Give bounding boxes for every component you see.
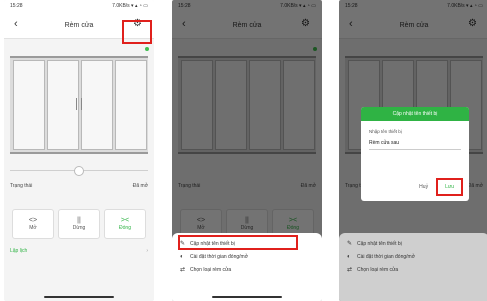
timer-icon: ◐ [180,253,184,260]
home-indicator [44,296,114,298]
sheet-item-label: Chọn loại rèm cửa [190,266,232,273]
state-row: Trạng thái Đã mở [10,183,148,189]
schedule-label: Lập lịch [10,248,28,254]
pencil-icon: ✎ [347,241,353,247]
sheet-item-label: Cài đặt thời gian đóng/mở [190,253,248,260]
status-time: 15:28 [10,3,23,9]
settings-bottom-sheet: ✎ Cập nhật tên thiết bị ◐ Cài đặt thời g… [339,233,487,301]
open-button[interactable]: <> Mở [12,209,54,239]
curtain-illustration [10,56,148,154]
sheet-item-timing[interactable]: ◐ Cài đặt thời gian đóng/mở [172,250,322,263]
dialog-title: Cập nhật tên thiết bị [361,107,469,121]
sheet-item-timing[interactable]: ◐ Cài đặt thời gian đóng/mở [339,250,487,263]
open-icon: <> [28,217,38,224]
stop-label: Dừng [72,225,86,231]
curtain-panel [115,60,147,150]
rename-dialog: Cập nhật tên thiết bị Nhập tên thiết bị … [361,107,469,201]
chevron-right-icon: › [146,248,148,254]
stop-button[interactable]: || Dừng [58,209,100,239]
save-button[interactable]: Lưu [436,178,463,196]
sheet-item-label: Cập nhật tên thiết bị [357,240,402,247]
curtain-panel [13,60,45,150]
sheet-item-curtain-type[interactable]: ⇄ Chọn loại rèm cửa [172,263,322,276]
sheet-item-rename[interactable]: ✎ Cập nhật tên thiết bị [339,237,487,250]
home-indicator [212,296,282,298]
screen-settings-sheet: 15:28 7.0KB/s ▾ ▴ ◔ ▭ ‹ Rèm cửa ⚙ Trạng … [172,0,322,301]
close-label: Đóng [119,225,131,231]
close-curtain-icon: >< [120,217,130,224]
curtain-panel [81,60,113,150]
position-slider-knob[interactable] [74,166,84,176]
rename-highlight [178,235,298,250]
curtain-panel [47,60,79,150]
swap-icon: ⇄ [180,267,186,273]
back-icon[interactable]: ‹ [14,18,18,30]
sheet-item-label: Cài đặt thời gian đóng/mở [357,253,415,260]
swap-icon: ⇄ [347,267,353,273]
sheet-item-label: Chọn loại rèm cửa [357,266,399,273]
state-label: Trạng thái [10,183,33,189]
pause-icon: || [77,217,81,224]
timer-icon: ◐ [347,253,351,260]
field-label: Nhập tên thiết bị [369,129,402,134]
screen-curtain-detail: 15:28 7.0KB/s ▾ ▴ ◔ ▭ ‹ Rèm cửa ⚙ Trạng … [4,0,154,301]
curtain-handle [81,98,82,110]
gear-highlight [122,20,152,44]
device-name-input[interactable]: Rèm cửa sau [369,140,461,150]
online-indicator [145,47,149,51]
curtain-handle [76,98,77,110]
control-buttons: <> Mở || Dừng >< Đóng [12,209,146,239]
screen-rename-dialog: 15:28 7.0KB/s ▾ ▴ ◔ ▭ ‹ Rèm cửa ⚙ Trạng … [339,0,487,301]
close-button[interactable]: >< Đóng [104,209,146,239]
open-label: Mở [29,225,37,231]
status-bar: 15:28 7.0KB/s ▾ ▴ ◔ ▭ [4,0,154,12]
dialog-actions: Huỷ Lưu [419,178,463,196]
status-icons: 7.0KB/s ▾ ▴ ◔ ▭ [112,3,148,9]
state-value: Đã mở [132,183,148,189]
cancel-button[interactable]: Huỷ [419,184,428,190]
schedule-row[interactable]: Lập lịch › [10,248,148,254]
page-title: Rèm cửa [64,21,94,29]
sheet-item-curtain-type[interactable]: ⇄ Chọn loại rèm cửa [339,263,487,276]
